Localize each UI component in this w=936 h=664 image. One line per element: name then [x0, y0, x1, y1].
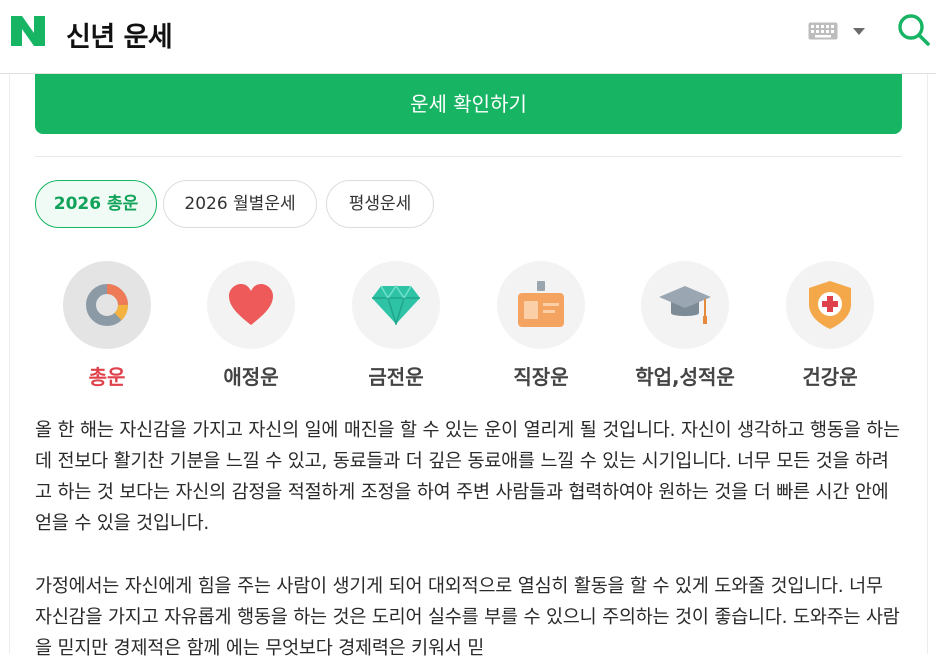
category-health[interactable]: 건강운: [786, 261, 874, 389]
category-overall[interactable]: 총운: [63, 261, 151, 389]
category-love[interactable]: 애정운: [207, 261, 295, 389]
category-career-circle[interactable]: [497, 261, 585, 349]
chevron-down-icon[interactable]: [852, 27, 866, 36]
diamond-icon: [372, 285, 420, 325]
search-icon[interactable]: [896, 12, 932, 48]
category-overall-label: 총운: [88, 365, 126, 389]
category-health-label: 건강운: [802, 365, 858, 389]
tab-2026-monthly[interactable]: 2026 월별운세: [163, 180, 317, 228]
category-love-circle[interactable]: [207, 261, 295, 349]
category-love-label: 애정운: [223, 365, 279, 389]
graduation-cap-icon: [659, 286, 711, 324]
category-health-circle[interactable]: [786, 261, 874, 349]
page-title: 신년 운세: [66, 22, 173, 53]
heart-icon: [229, 284, 273, 325]
check-fortune-button[interactable]: 운세 확인하기: [35, 74, 902, 134]
donut-chart-icon: [86, 284, 128, 326]
keyboard-icon[interactable]: [808, 22, 838, 40]
tab-2026-overall[interactable]: 2026 총운: [35, 180, 157, 228]
category-money-label: 금전운: [368, 365, 424, 389]
category-career-label: 직장운: [513, 365, 569, 389]
id-badge-icon: [518, 281, 564, 327]
fortune-paragraph: 올 한 해는 자신감을 가지고 자신의 일에 매진을 할 수 있는 운이 열리게…: [35, 420, 900, 534]
divider: [35, 156, 902, 157]
fortune-paragraph: 가정에서는 자신에게 힘을 주는 사람이 생기게 되어 대외적으로 열심히 활동…: [35, 576, 900, 659]
category-study-label: 학업,성적운: [635, 365, 735, 389]
tab-lifetime[interactable]: 평생운세: [326, 180, 434, 228]
app-header: 신년 운세: [0, 0, 936, 74]
category-career[interactable]: 직장운: [497, 261, 585, 389]
category-study[interactable]: 학업,성적운: [635, 261, 735, 389]
category-money-circle[interactable]: [352, 261, 440, 349]
naver-logo-icon[interactable]: [11, 16, 45, 46]
category-money[interactable]: 금전운: [352, 261, 440, 389]
category-overall-circle[interactable]: [63, 261, 151, 349]
category-study-circle[interactable]: [641, 261, 729, 349]
health-shield-icon: [809, 281, 851, 329]
